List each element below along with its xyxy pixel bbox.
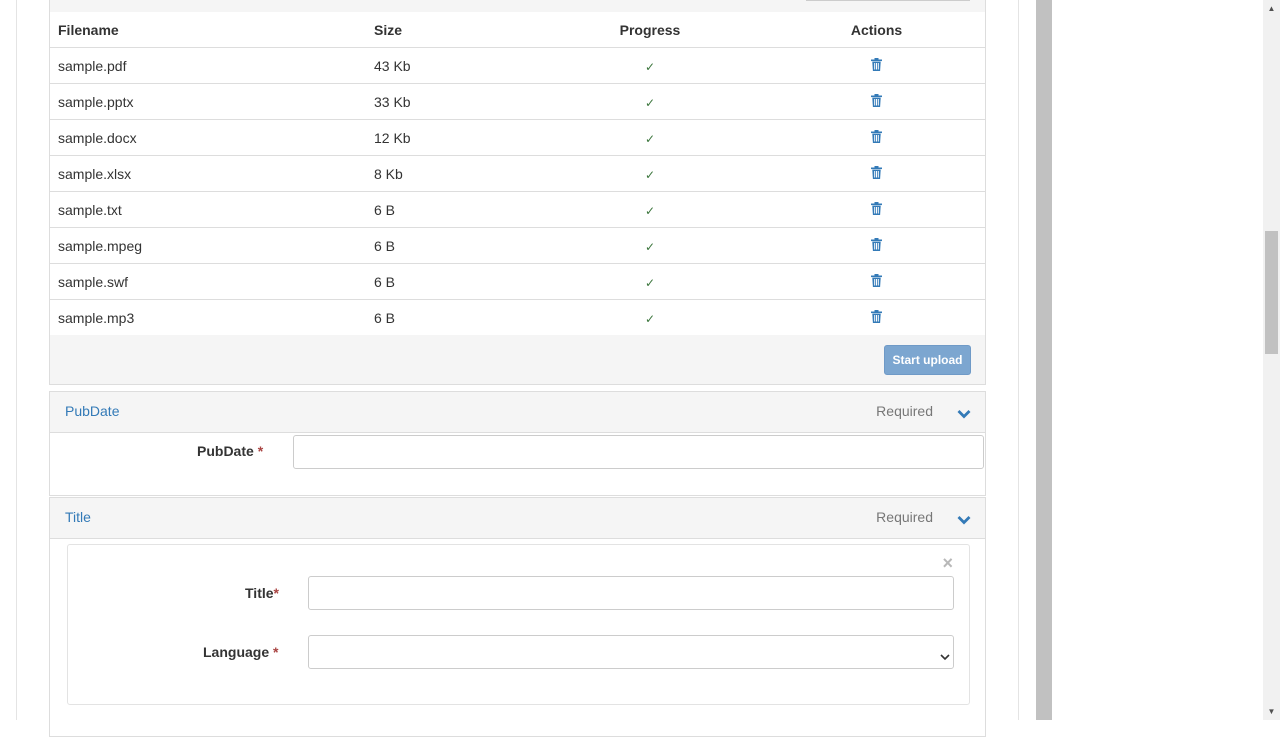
- actions-cell: [768, 227, 985, 264]
- language-label-text: Language: [203, 644, 270, 660]
- actions-cell: [768, 299, 985, 335]
- actions-cell: [768, 263, 985, 300]
- language-label: Language *: [203, 644, 278, 660]
- chevron-down-icon[interactable]: [957, 406, 971, 422]
- toolbar-stub: [806, 0, 970, 1]
- title-required-badge: Required: [876, 509, 933, 525]
- file-upload-panel: Filename Size Progress Actions sample.pd…: [49, 0, 986, 385]
- column-header-size: Size: [366, 12, 532, 48]
- file-size: 43 Kb: [366, 47, 532, 84]
- check-icon: ✓: [644, 167, 656, 182]
- table-row: sample.swf 6 B ✓: [50, 263, 985, 300]
- pubdate-panel-header[interactable]: PubDate Required: [50, 392, 985, 433]
- progress-cell: ✓: [532, 191, 768, 228]
- vertical-scrollbar[interactable]: ▲ ▼: [1263, 0, 1280, 720]
- check-icon: ✓: [644, 59, 656, 74]
- progress-cell: ✓: [532, 263, 768, 300]
- pubdate-label: PubDate *: [197, 443, 263, 459]
- close-icon[interactable]: ×: [942, 554, 953, 572]
- progress-cell: ✓: [532, 227, 768, 264]
- file-size: 33 Kb: [366, 83, 532, 120]
- actions-cell: [768, 155, 985, 192]
- title-input[interactable]: [308, 576, 954, 610]
- trash-icon[interactable]: [871, 94, 882, 110]
- table-row: sample.docx 12 Kb ✓: [50, 119, 985, 156]
- progress-cell: ✓: [532, 83, 768, 120]
- actions-cell: [768, 191, 985, 228]
- check-icon: ✓: [644, 311, 656, 326]
- file-size: 12 Kb: [366, 119, 532, 156]
- progress-cell: ✓: [532, 119, 768, 156]
- check-icon: ✓: [644, 95, 656, 110]
- table-row: sample.txt 6 B ✓: [50, 191, 985, 228]
- file-size: 8 Kb: [366, 155, 532, 192]
- pubdate-panel-title[interactable]: PubDate: [65, 403, 119, 419]
- page-right-border: [1018, 0, 1019, 720]
- actions-cell: [768, 119, 985, 156]
- start-upload-button[interactable]: Start upload: [884, 345, 971, 375]
- check-icon: ✓: [644, 203, 656, 218]
- check-icon: ✓: [644, 275, 656, 290]
- trash-icon[interactable]: [871, 202, 882, 218]
- table-row: sample.pdf 43 Kb ✓: [50, 47, 985, 84]
- trash-icon[interactable]: [871, 58, 882, 74]
- file-name: sample.pdf: [50, 47, 366, 84]
- file-size: 6 B: [366, 227, 532, 264]
- file-name: sample.pptx: [50, 83, 366, 120]
- trash-icon[interactable]: [871, 274, 882, 290]
- sidebar-divider: [1036, 0, 1052, 720]
- column-header-actions: Actions: [768, 12, 985, 48]
- required-asterisk: *: [273, 585, 279, 601]
- pubdate-required-badge: Required: [876, 403, 933, 419]
- scroll-up-arrow-icon[interactable]: ▲: [1263, 0, 1280, 17]
- table-header-row: Filename Size Progress Actions: [50, 12, 985, 48]
- column-header-progress: Progress: [532, 12, 768, 48]
- required-asterisk: *: [257, 443, 264, 459]
- title-panel-title[interactable]: Title: [65, 509, 91, 525]
- file-name: sample.swf: [50, 263, 366, 300]
- file-name: sample.txt: [50, 191, 366, 228]
- pubdate-label-text: PubDate: [197, 443, 254, 459]
- file-table: Filename Size Progress Actions sample.pd…: [50, 12, 985, 335]
- file-name: sample.mp3: [50, 299, 366, 335]
- file-name: sample.xlsx: [50, 155, 366, 192]
- progress-cell: ✓: [532, 299, 768, 335]
- file-name: sample.docx: [50, 119, 366, 156]
- file-size: 6 B: [366, 263, 532, 300]
- trash-icon[interactable]: [871, 310, 882, 326]
- actions-cell: [768, 47, 985, 84]
- title-label-text: Title: [245, 585, 274, 601]
- column-header-filename: Filename: [50, 12, 366, 48]
- chevron-down-icon[interactable]: [957, 512, 971, 528]
- title-panel: Title Required × Title* Language *: [49, 497, 986, 737]
- title-entry-card: × Title* Language *: [67, 544, 970, 705]
- check-icon: ✓: [644, 131, 656, 146]
- language-select[interactable]: [308, 635, 954, 669]
- title-label: Title*: [245, 585, 279, 601]
- file-size: 6 B: [366, 299, 532, 335]
- check-icon: ✓: [644, 239, 656, 254]
- progress-cell: ✓: [532, 47, 768, 84]
- table-row: sample.mp3 6 B ✓: [50, 299, 985, 335]
- scrollbar-thumb[interactable]: [1265, 231, 1278, 354]
- table-row: sample.xlsx 8 Kb ✓: [50, 155, 985, 192]
- progress-cell: ✓: [532, 155, 768, 192]
- scroll-down-arrow-icon[interactable]: ▼: [1263, 703, 1280, 720]
- required-asterisk: *: [273, 644, 279, 660]
- page-left-border: [16, 0, 17, 720]
- title-panel-header[interactable]: Title Required: [50, 498, 985, 539]
- table-row: sample.pptx 33 Kb ✓: [50, 83, 985, 120]
- table-row: sample.mpeg 6 B ✓: [50, 227, 985, 264]
- file-name: sample.mpeg: [50, 227, 366, 264]
- file-size: 6 B: [366, 191, 532, 228]
- trash-icon[interactable]: [871, 238, 882, 254]
- pubdate-panel: PubDate Required PubDate *: [49, 391, 986, 496]
- chevron-down-icon: [940, 648, 950, 664]
- actions-cell: [768, 83, 985, 120]
- pubdate-input[interactable]: [293, 435, 984, 469]
- trash-icon[interactable]: [871, 166, 882, 182]
- trash-icon[interactable]: [871, 130, 882, 146]
